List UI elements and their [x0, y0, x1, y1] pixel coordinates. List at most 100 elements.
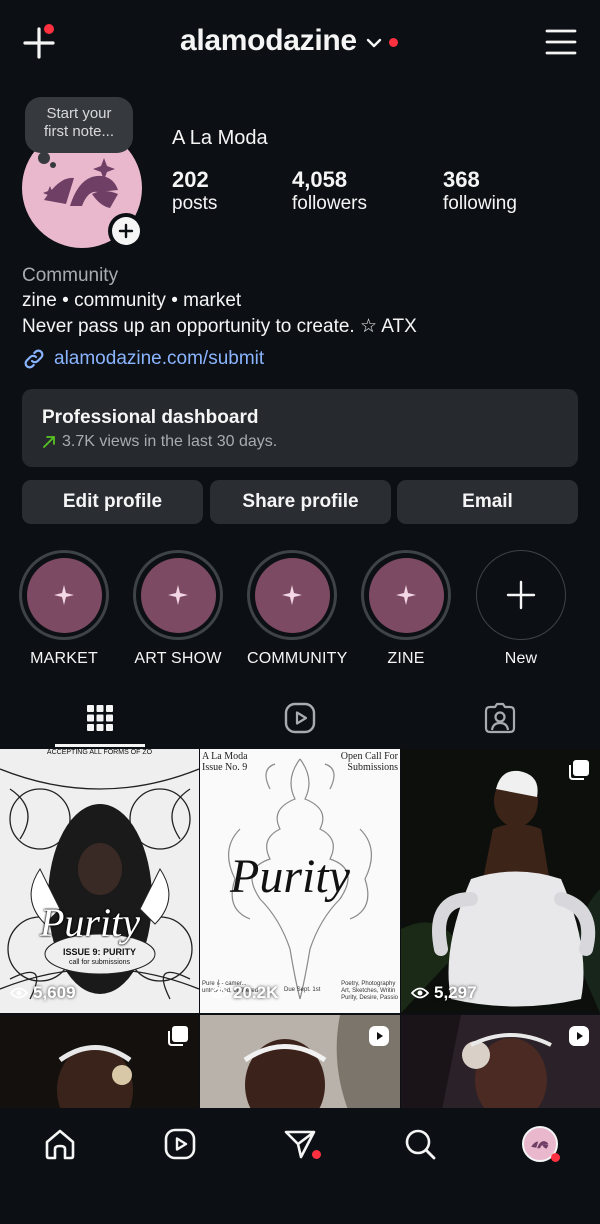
highlight-zine[interactable]: ZINE — [361, 550, 451, 668]
eye-icon — [411, 987, 429, 999]
notification-dot — [551, 1153, 560, 1162]
post-tile-5[interactable] — [200, 1015, 400, 1115]
followers-label: followers — [292, 193, 367, 214]
highlight-label: COMMUNITY — [247, 650, 348, 667]
highlight-label: ART SHOW — [134, 650, 222, 667]
post-artwork — [0, 749, 199, 1013]
view-count-text: 20.2K — [233, 983, 279, 1002]
plus-icon — [118, 223, 134, 239]
following-label: following — [443, 193, 517, 214]
post-tile-1[interactable]: ACCEPTING ALL FORMS OF ZO Purity ISSUE 9… — [0, 749, 199, 1013]
highlight-label: ZINE — [387, 650, 425, 667]
sparkle-icon — [54, 585, 74, 605]
trend-up-arrow-icon — [43, 436, 55, 448]
grid-icon — [87, 705, 113, 731]
highlight-community[interactable]: COMMUNITY — [247, 550, 348, 668]
followers-stat[interactable]: 4,058 followers — [292, 168, 367, 216]
profile-category: Community — [22, 265, 119, 286]
link-icon — [24, 349, 44, 369]
tab-reels[interactable] — [280, 700, 320, 736]
post-tile-3[interactable]: 5,297 — [401, 749, 600, 1013]
post-caption-top: ACCEPTING ALL FORMS OF ZO — [46, 749, 153, 756]
menu-button[interactable] — [545, 28, 577, 56]
bio-line-1: zine • community • market — [22, 290, 242, 311]
note-bubble-tail — [38, 152, 50, 164]
highlight-ring — [133, 550, 223, 640]
highlight-ring — [19, 550, 109, 640]
tab-tagged[interactable] — [480, 700, 520, 736]
view-count: 5,297 — [411, 983, 477, 1003]
reel-icon — [369, 1026, 389, 1046]
note-bubble-tail-small — [50, 162, 56, 168]
tagged-icon — [484, 702, 516, 734]
post-footer-mid: Due Sept. 1st — [284, 987, 321, 993]
bio-link-text: alamodazine.com/submit — [54, 348, 265, 369]
professional-dashboard[interactable]: Professional dashboard 3.7K views in the… — [22, 389, 578, 467]
dashboard-subtitle-row: 3.7K views in the last 30 days. — [42, 433, 558, 451]
post-title-script: Purity — [230, 850, 350, 903]
highlight-ring — [361, 550, 451, 640]
reels-icon — [164, 1128, 196, 1160]
sparkle-icon — [282, 585, 302, 605]
post-footer-right: Poetry, Photography Art, Sketches, Writi… — [341, 981, 398, 1001]
hamburger-menu-icon — [545, 29, 577, 55]
notification-dot — [312, 1150, 321, 1159]
dashboard-title: Professional dashboard — [42, 407, 259, 428]
eye-icon — [210, 987, 228, 999]
share-profile-button[interactable]: Share profile — [210, 480, 391, 524]
username-title: alamodazine — [180, 24, 357, 57]
post-header-right: Open Call For Submissions — [340, 751, 398, 773]
email-button[interactable]: Email — [397, 480, 578, 524]
carousel-icon — [168, 1026, 188, 1046]
view-count: 5,609 — [10, 983, 76, 1003]
nav-home[interactable] — [40, 1124, 80, 1164]
post-tile-4[interactable] — [0, 1015, 199, 1115]
sparkle-icon — [168, 585, 188, 605]
new-highlight-button[interactable]: New — [476, 550, 566, 668]
edit-profile-button[interactable]: Edit profile — [22, 480, 203, 524]
posts-count: 202 — [172, 167, 209, 192]
post-photo — [401, 749, 600, 1013]
highlight-label: MARKET — [30, 650, 98, 667]
reel-icon — [569, 1026, 589, 1046]
bio-link[interactable]: alamodazine.com/submit — [22, 347, 264, 371]
display-name: A La Moda — [172, 127, 268, 149]
carousel-icon — [569, 760, 589, 780]
highlight-cover — [26, 557, 102, 633]
highlight-art-show[interactable]: ART SHOW — [133, 550, 223, 668]
note-bubble[interactable]: Start your first note... — [25, 97, 133, 153]
nav-messages[interactable] — [280, 1124, 321, 1164]
following-stat[interactable]: 368 following — [443, 168, 517, 216]
post-header-left: A La Moda Issue No. 9 — [202, 751, 248, 773]
post-title-script: Purity — [40, 900, 140, 945]
post-sub-label: call for submissions — [68, 959, 131, 966]
home-icon — [45, 1129, 75, 1160]
active-tab-indicator — [55, 744, 145, 747]
create-button[interactable] — [22, 24, 56, 60]
highlight-cover — [368, 557, 444, 633]
nav-search[interactable] — [400, 1124, 440, 1164]
tab-grid[interactable] — [80, 700, 120, 736]
account-switcher[interactable]: alamodazine — [180, 24, 398, 58]
posts-label: posts — [172, 193, 218, 214]
post-tile-2[interactable]: A La Moda Issue No. 9 Open Call For Subm… — [200, 749, 400, 1013]
nav-reels[interactable] — [160, 1124, 200, 1164]
post-tile-6[interactable] — [401, 1015, 600, 1115]
search-icon — [405, 1129, 436, 1160]
followers-count: 4,058 — [292, 167, 348, 192]
highlight-market[interactable]: MARKET — [19, 550, 109, 668]
chevron-down-icon — [366, 38, 381, 48]
highlight-ring — [247, 550, 337, 640]
highlight-cover — [254, 557, 330, 633]
nav-profile[interactable] — [520, 1124, 560, 1164]
posts-stat[interactable]: 202 posts — [172, 168, 217, 216]
sparkle-icon — [396, 585, 416, 605]
highlight-ring — [476, 550, 566, 640]
bio-line-2: Never pass up an opportunity to create. … — [22, 316, 417, 337]
zine-logo-icon — [531, 1141, 549, 1149]
reels-icon — [284, 702, 316, 734]
view-count-text: 5,297 — [434, 983, 477, 1002]
dashboard-subtitle: 3.7K views in the last 30 days. — [62, 433, 278, 450]
following-count: 368 — [443, 167, 480, 192]
add-story-button[interactable] — [108, 213, 144, 249]
